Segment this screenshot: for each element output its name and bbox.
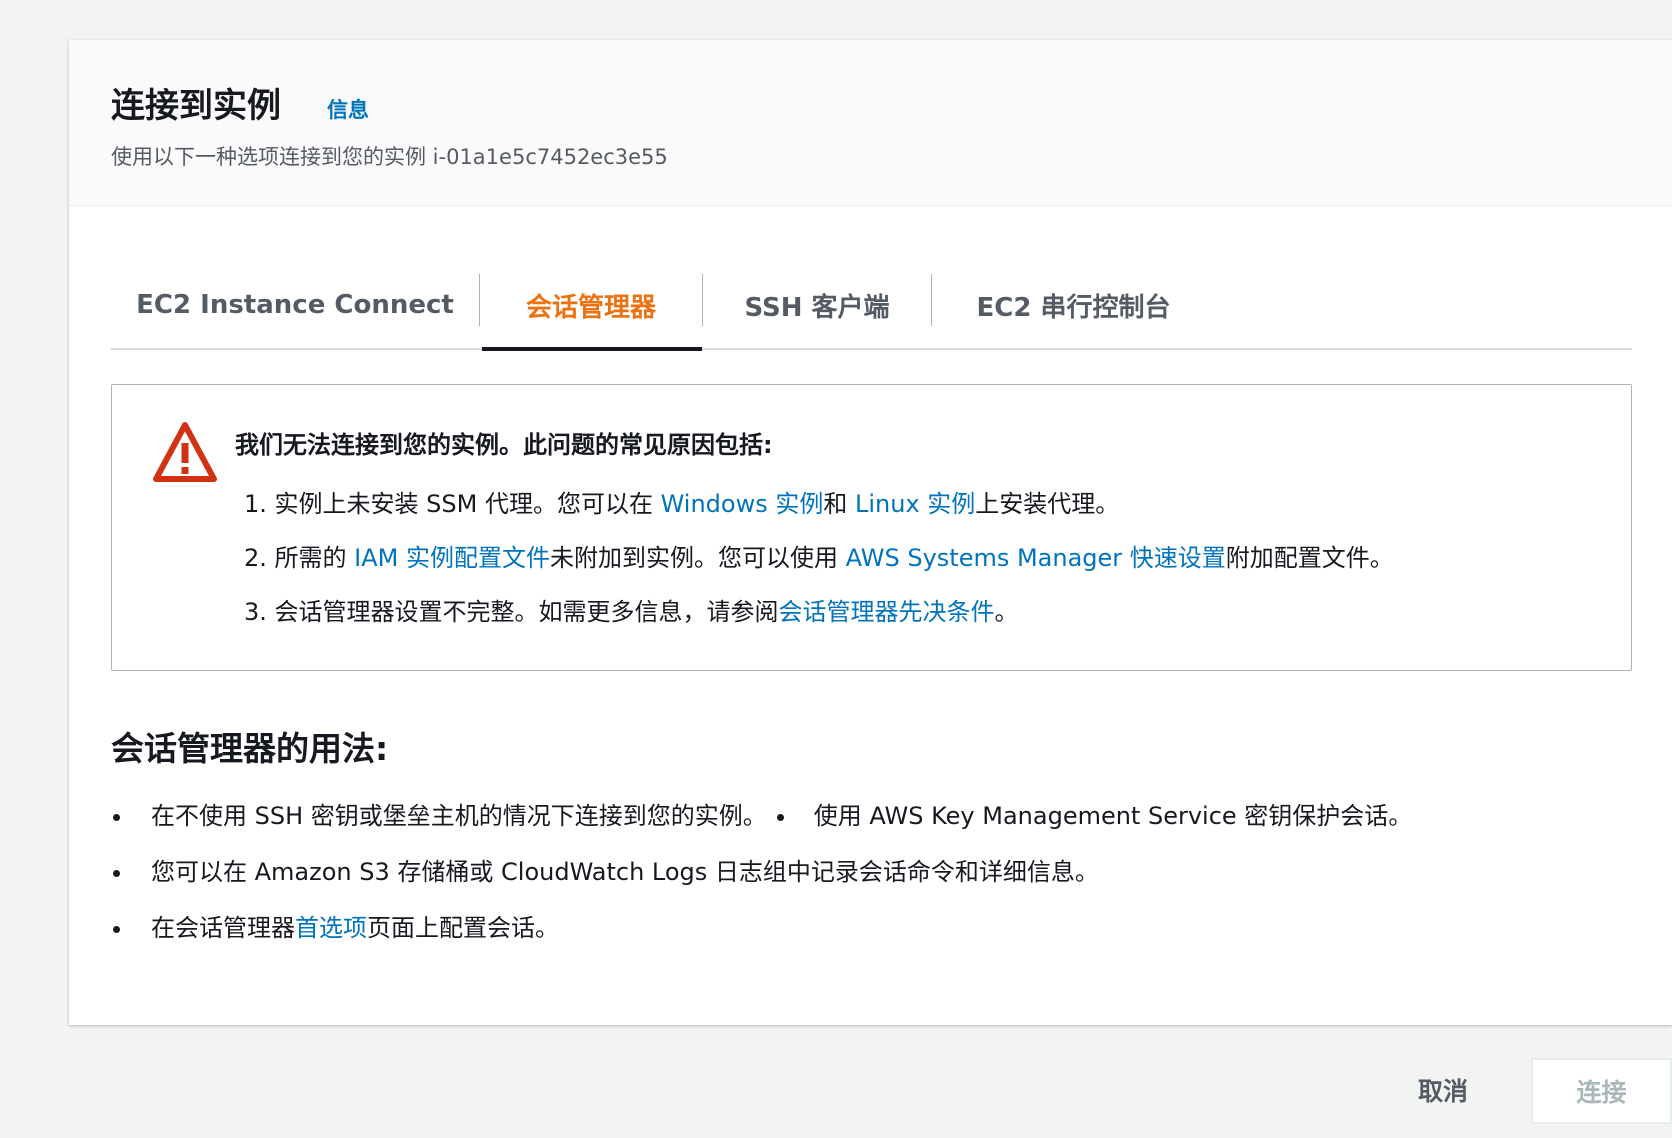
- dialog-footer: 取消 连接: [0, 1040, 1672, 1138]
- usage-list: 在不使用 SSH 密钥或堡垒主机的情况下连接到您的实例。 使用 AWS Key M…: [111, 788, 1412, 956]
- systems-manager-quick-setup-link[interactable]: AWS Systems Manager 快速设置: [846, 544, 1226, 572]
- tab-ec2-instance-connect[interactable]: EC2 Instance Connect: [111, 262, 479, 348]
- list-item: 在不使用 SSH 密钥或堡垒主机的情况下连接到您的实例。 使用 AWS Key M…: [111, 788, 1412, 844]
- usage-title: 会话管理器的用法:: [111, 729, 389, 768]
- alert-text: 上安装代理。: [975, 490, 1120, 518]
- windows-instance-link[interactable]: Windows 实例: [661, 490, 824, 518]
- alert-text: 3. 会话管理器设置不完整。如需更多信息，请参阅: [244, 598, 779, 626]
- alert-reason-item: 1. 实例上未安装 SSM 代理。您可以在 Windows 实例和 Linux …: [244, 477, 1394, 531]
- dialog-subtitle: 使用以下一种选项连接到您的实例 i-01a1e5c7452ec3e55: [111, 145, 668, 169]
- alert-text: 和: [823, 490, 855, 518]
- tab-session-manager[interactable]: 会话管理器: [480, 262, 702, 351]
- preferences-link[interactable]: 首选项: [295, 914, 367, 942]
- usage-text: 在不使用 SSH 密钥或堡垒主机的情况下连接到您的实例。: [151, 802, 767, 830]
- dialog-header: 连接到实例 信息 使用以下一种选项连接到您的实例 i-01a1e5c7452ec…: [69, 40, 1672, 206]
- connect-button[interactable]: 连接: [1531, 1058, 1672, 1124]
- session-manager-prerequisites-link[interactable]: 会话管理器先决条件: [779, 598, 995, 626]
- tab-ssh-client[interactable]: SSH 客户端: [703, 262, 931, 348]
- alert-text: 未附加到实例。您可以使用: [550, 544, 846, 572]
- connect-dialog: 连接到实例 信息 使用以下一种选项连接到您的实例 i-01a1e5c7452ec…: [69, 40, 1672, 1025]
- alert-text: 附加配置文件。: [1225, 544, 1394, 572]
- usage-text: 页面上配置会话。: [367, 914, 559, 942]
- alert-text: 2. 所需的: [244, 544, 355, 572]
- warning-icon: [153, 422, 217, 482]
- alert-reason-item: 3. 会话管理器设置不完整。如需更多信息，请参阅会话管理器先决条件。: [244, 585, 1394, 639]
- usage-text: 在会话管理器: [151, 914, 295, 942]
- alert-text: 。: [994, 598, 1019, 626]
- alert-text: 1. 实例上未安装 SSM 代理。您可以在: [244, 490, 661, 518]
- tab-ec2-serial-console[interactable]: EC2 串行控制台: [932, 262, 1215, 348]
- info-link[interactable]: 信息: [327, 94, 369, 124]
- warning-alert: 我们无法连接到您的实例。此问题的常见原因包括: 1. 实例上未安装 SSM 代理…: [111, 384, 1632, 671]
- alert-reasons-list: 1. 实例上未安装 SSM 代理。您可以在 Windows 实例和 Linux …: [244, 477, 1394, 639]
- page-title: 连接到实例: [111, 86, 281, 126]
- list-item: 您可以在 Amazon S3 存储桶或 CloudWatch Logs 日志组中…: [111, 844, 1412, 900]
- usage-text: 使用 AWS Key Management Service 密钥保护会话。: [813, 802, 1413, 830]
- iam-instance-profile-link[interactable]: IAM 实例配置文件: [354, 544, 550, 572]
- alert-title: 我们无法连接到您的实例。此问题的常见原因包括:: [235, 431, 773, 459]
- connection-tabs: EC2 Instance Connect 会话管理器 SSH 客户端 EC2 串…: [111, 262, 1632, 351]
- bullet-dot: [776, 813, 784, 821]
- alert-reason-item: 2. 所需的 IAM 实例配置文件未附加到实例。您可以使用 AWS System…: [244, 531, 1394, 585]
- usage-text: 您可以在 Amazon S3 存储桶或 CloudWatch Logs 日志组中…: [151, 858, 1099, 886]
- linux-instance-link[interactable]: Linux 实例: [855, 490, 975, 518]
- page: 连接到实例 信息 使用以下一种选项连接到您的实例 i-01a1e5c7452ec…: [0, 0, 1672, 1138]
- cancel-button[interactable]: 取消: [1398, 1068, 1488, 1112]
- list-item: 在会话管理器首选项页面上配置会话。: [111, 900, 1412, 956]
- title-row: 连接到实例 信息: [111, 78, 1672, 127]
